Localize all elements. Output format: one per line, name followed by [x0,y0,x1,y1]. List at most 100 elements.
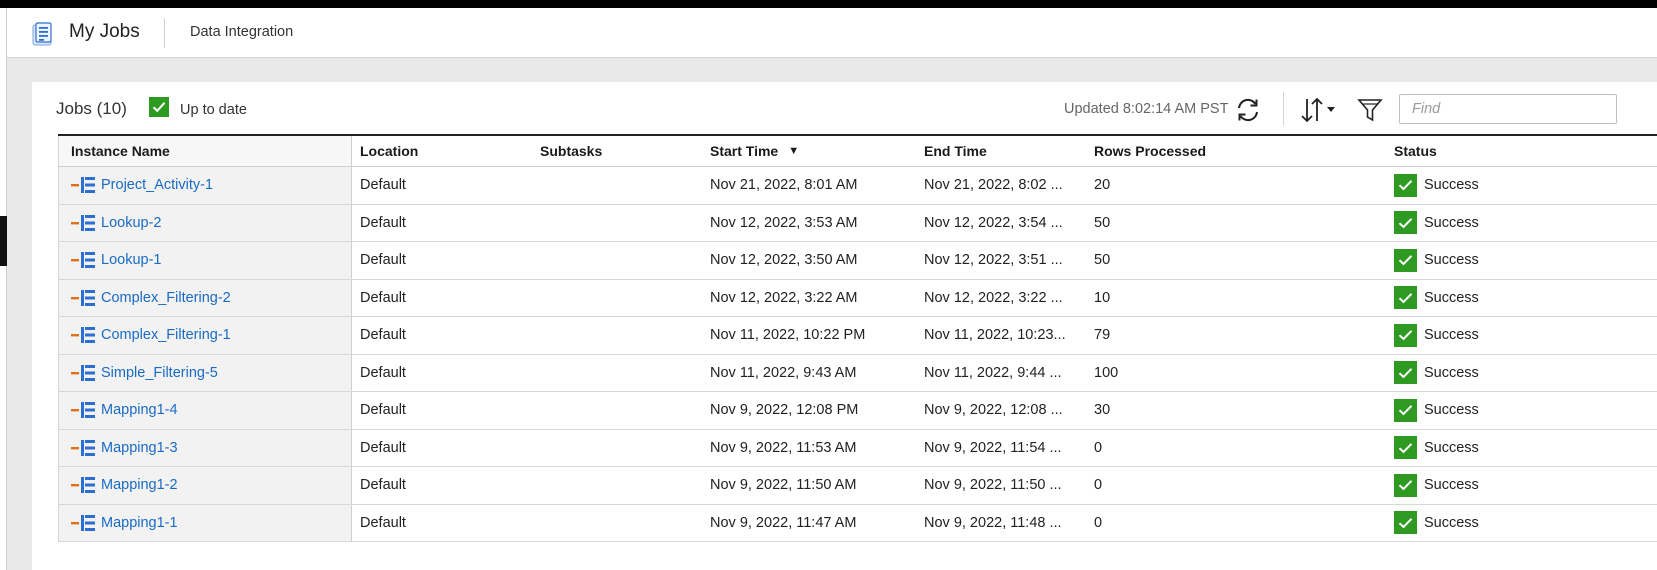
start-time-cell: Nov 12, 2022, 3:22 AM [710,289,858,306]
table-row[interactable]: Lookup-2 Default Nov 12, 2022, 3:53 AM N… [58,204,1657,242]
end-time-cell: Nov 9, 2022, 11:54 ... [924,439,1062,456]
instance-name-link[interactable]: Mapping1-4 [101,402,178,418]
success-check-icon [1394,286,1417,310]
status-label: Success [1424,439,1479,456]
success-check-icon [1394,323,1417,347]
sort-descending-icon: ▼ [788,145,800,157]
instance-name-link[interactable]: Mapping1-1 [101,515,178,531]
table-row[interactable]: Project_Activity-1 Default Nov 21, 2022,… [58,167,1657,205]
subtasks-cell [540,280,710,317]
start-time-cell: Nov 11, 2022, 9:43 AM [710,364,857,381]
filter-icon[interactable] [1357,96,1383,124]
instance-name-cell: Mapping1-4 [58,392,352,429]
column-header-status[interactable]: Status [1394,136,1594,166]
mapping-task-icon [71,327,95,344]
mapping-task-icon [71,514,95,531]
service-name: Data Integration [190,24,294,40]
column-header-location[interactable]: Location [360,136,530,166]
left-nav-strip [0,8,7,570]
instance-name-cell: Mapping1-2 [58,467,352,504]
instance-name-link[interactable]: Lookup-1 [101,252,161,268]
subtasks-cell [540,205,710,242]
instance-name-cell: Mapping1-1 [58,504,352,541]
instance-name-link[interactable]: Complex_Filtering-2 [101,290,231,306]
instance-name-cell: Lookup-1 [58,242,352,279]
status-cell: Success [1394,505,1594,542]
mapping-task-icon [71,402,95,419]
column-header-rows-processed[interactable]: Rows Processed [1094,136,1384,166]
end-time-cell: Nov 12, 2022, 3:22 ... [924,289,1063,306]
start-time-cell: Nov 9, 2022, 11:47 AM [710,514,857,531]
table-row[interactable]: Complex_Filtering-2 Default Nov 12, 2022… [58,279,1657,317]
instance-name-link[interactable]: Project_Activity-1 [101,177,213,193]
location-cell: Default [360,439,406,456]
table-row[interactable]: Simple_Filtering-5 Default Nov 11, 2022,… [58,354,1657,392]
window-top-bar [0,0,1657,8]
success-check-icon [1394,248,1417,272]
status-cell: Success [1394,280,1594,317]
success-check-icon [1394,211,1417,235]
header-divider [164,18,165,48]
rows-processed-cell: 20 [1094,177,1111,194]
instance-name-link[interactable]: Mapping1-2 [101,477,178,493]
rows-processed-cell: 0 [1094,477,1103,494]
subtasks-cell [540,167,710,204]
instance-name-cell: Mapping1-3 [58,429,352,466]
location-cell: Default [360,177,406,194]
column-header-end-time[interactable]: End Time [924,136,1084,166]
up-to-date-label: Up to date [180,102,247,118]
table-row[interactable]: Mapping1-3 Default Nov 9, 2022, 11:53 AM… [58,429,1657,467]
find-input[interactable] [1399,94,1617,124]
column-header-start-time[interactable]: Start Time ▼ [710,136,920,166]
end-time-cell: Nov 12, 2022, 3:54 ... [924,214,1063,231]
table-header-row: Instance Name Location Subtasks Start Ti… [58,136,1657,167]
mapping-task-icon [71,177,95,194]
table-row[interactable]: Lookup-1 Default Nov 12, 2022, 3:50 AM N… [58,242,1657,280]
mapping-task-icon [71,364,95,381]
toolbar-separator [1283,92,1284,126]
mapping-task-icon [71,252,95,269]
success-check-icon [1394,473,1417,497]
status-label: Success [1424,252,1479,269]
refresh-icon[interactable] [1234,96,1262,124]
table-body: Project_Activity-1 Default Nov 21, 2022,… [58,167,1657,542]
table-row[interactable]: Mapping1-1 Default Nov 9, 2022, 11:47 AM… [58,504,1657,542]
sort-icon[interactable] [1300,96,1340,124]
location-cell: Default [360,477,406,494]
status-label: Success [1424,327,1479,344]
rows-processed-cell: 0 [1094,514,1103,531]
mapping-task-icon [71,439,95,456]
app-header: My Jobs Data Integration [7,8,1657,58]
mapping-task-icon [71,214,95,231]
table-row[interactable]: Complex_Filtering-1 Default Nov 11, 2022… [58,317,1657,355]
table-row[interactable]: Mapping1-4 Default Nov 9, 2022, 12:08 PM… [58,392,1657,430]
column-header-instance-name[interactable]: Instance Name [58,136,352,166]
status-label: Success [1424,364,1479,381]
column-header-start-time-label: Start Time [710,143,779,159]
status-label: Success [1424,214,1479,231]
location-cell: Default [360,514,406,531]
start-time-cell: Nov 9, 2022, 11:53 AM [710,439,857,456]
jobs-panel: Jobs (10) Up to date Updated 8:02:14 AM … [32,82,1657,570]
start-time-cell: Nov 9, 2022, 12:08 PM [710,402,859,419]
instance-name-cell: Project_Activity-1 [58,167,352,204]
up-to-date-check-icon [149,97,169,117]
subtasks-cell [540,317,710,354]
end-time-cell: Nov 12, 2022, 3:51 ... [924,252,1063,269]
instance-name-link[interactable]: Lookup-2 [101,215,161,231]
column-header-subtasks[interactable]: Subtasks [540,136,710,166]
status-label: Success [1424,177,1479,194]
mapping-task-icon [71,477,95,494]
location-cell: Default [360,364,406,381]
status-cell: Success [1394,317,1594,354]
jobs-table: Instance Name Location Subtasks Start Ti… [58,134,1657,542]
end-time-cell: Nov 9, 2022, 11:48 ... [924,514,1062,531]
table-row[interactable]: Mapping1-2 Default Nov 9, 2022, 11:50 AM… [58,467,1657,505]
success-check-icon [1394,511,1417,535]
instance-name-link[interactable]: Complex_Filtering-1 [101,327,231,343]
instance-name-link[interactable]: Mapping1-3 [101,440,178,456]
instance-name-link[interactable]: Simple_Filtering-5 [101,365,218,381]
jobs-count: Jobs (10) [56,99,127,118]
end-time-cell: Nov 9, 2022, 12:08 ... [924,402,1063,419]
start-time-cell: Nov 21, 2022, 8:01 AM [710,177,858,194]
